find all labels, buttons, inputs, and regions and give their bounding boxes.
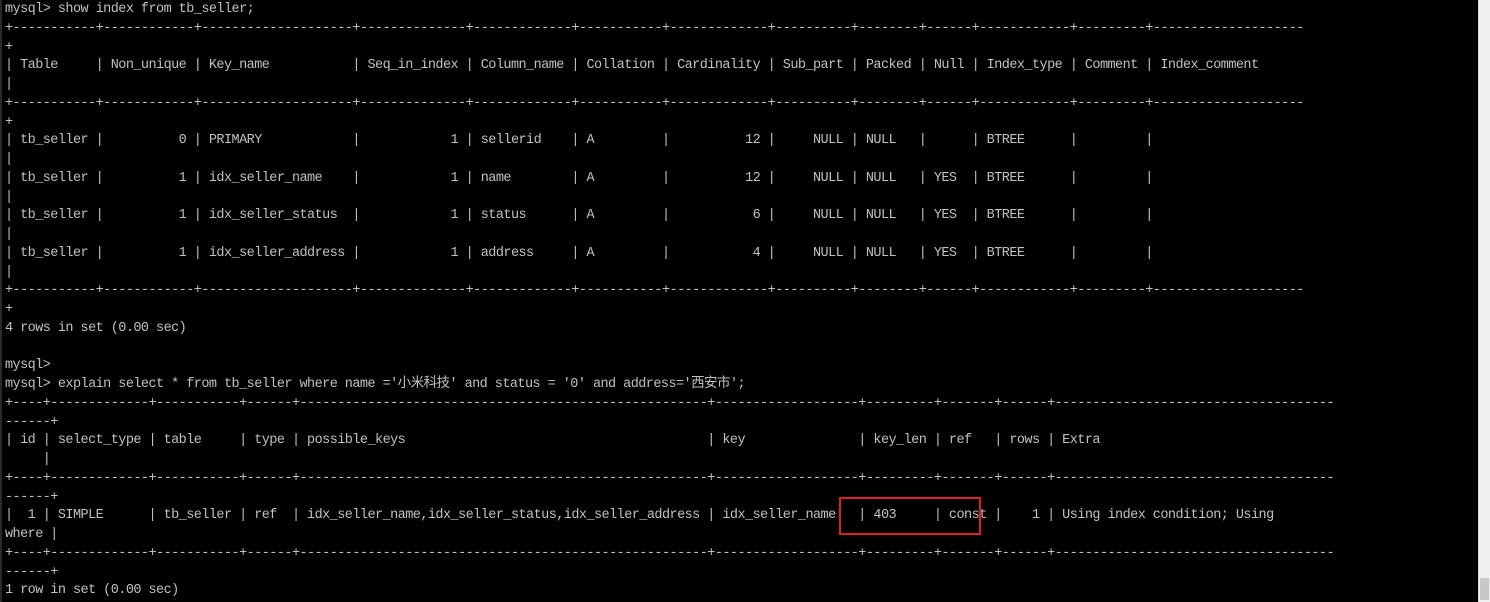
window-left-border [0, 0, 2, 602]
terminal-line: +-----------+------------+--------------… [5, 283, 1304, 299]
terminal-line: +----+-------------+-----------+------+-… [5, 470, 1335, 486]
terminal-line: + [5, 39, 13, 55]
terminal-line: | [5, 227, 13, 242]
terminal-line: +-----------+------------+--------------… [5, 95, 1304, 111]
terminal-line: | id | select_type | table | type | poss… [5, 433, 1101, 449]
terminal-line: | [5, 152, 13, 167]
terminal-line: | Table | Non_unique | Key_name | Seq_in… [5, 58, 1259, 74]
terminal-line: + [5, 114, 13, 130]
terminal-line: +----+-------------+-----------+------+-… [5, 395, 1335, 411]
terminal-output: mysql> show index from tb_seller; +------… [5, 1, 1335, 601]
terminal-line: +-----------+------------+--------------… [5, 20, 1304, 36]
terminal-line: 4 rows in set (0.00 sec) [5, 320, 187, 336]
terminal-line: | [5, 452, 51, 467]
terminal-line: 1 row in set (0.00 sec) [5, 583, 179, 599]
terminal-line: ------+ [5, 564, 58, 580]
vertical-scrollbar[interactable] [1478, 0, 1490, 602]
terminal-line: | tb_seller | 1 | idx_seller_status | 1 … [5, 208, 1153, 224]
terminal-line: where | [5, 527, 58, 542]
terminal-line: ------+ [5, 414, 58, 430]
terminal-line: | tb_seller | 0 | PRIMARY | 1 | sellerid… [5, 133, 1153, 149]
terminal-line: mysql> [5, 358, 51, 374]
terminal-line: | [5, 77, 13, 92]
terminal-line: ------+ [5, 489, 58, 505]
terminal-line: mysql> show index from tb_seller; [5, 2, 255, 17]
terminal-line: | tb_seller | 1 | idx_seller_address | 1… [5, 245, 1153, 261]
terminal-line: +----+-------------+-----------+------+-… [5, 545, 1335, 561]
terminal-line: | [5, 189, 13, 205]
terminal-line: | [5, 264, 13, 280]
key-highlight-box [839, 497, 981, 535]
terminal-window[interactable]: mysql> show index from tb_seller; +------… [0, 0, 1478, 602]
terminal-line: | tb_seller | 1 | idx_seller_name | 1 | … [5, 170, 1153, 186]
terminal-line: + [5, 302, 13, 317]
scrollbar-thumb[interactable] [1480, 578, 1489, 600]
terminal-line: mysql> explain select * from tb_seller w… [5, 377, 746, 392]
terminal-line: | 1 | SIMPLE | tb_seller | ref | idx_sel… [5, 508, 1274, 524]
